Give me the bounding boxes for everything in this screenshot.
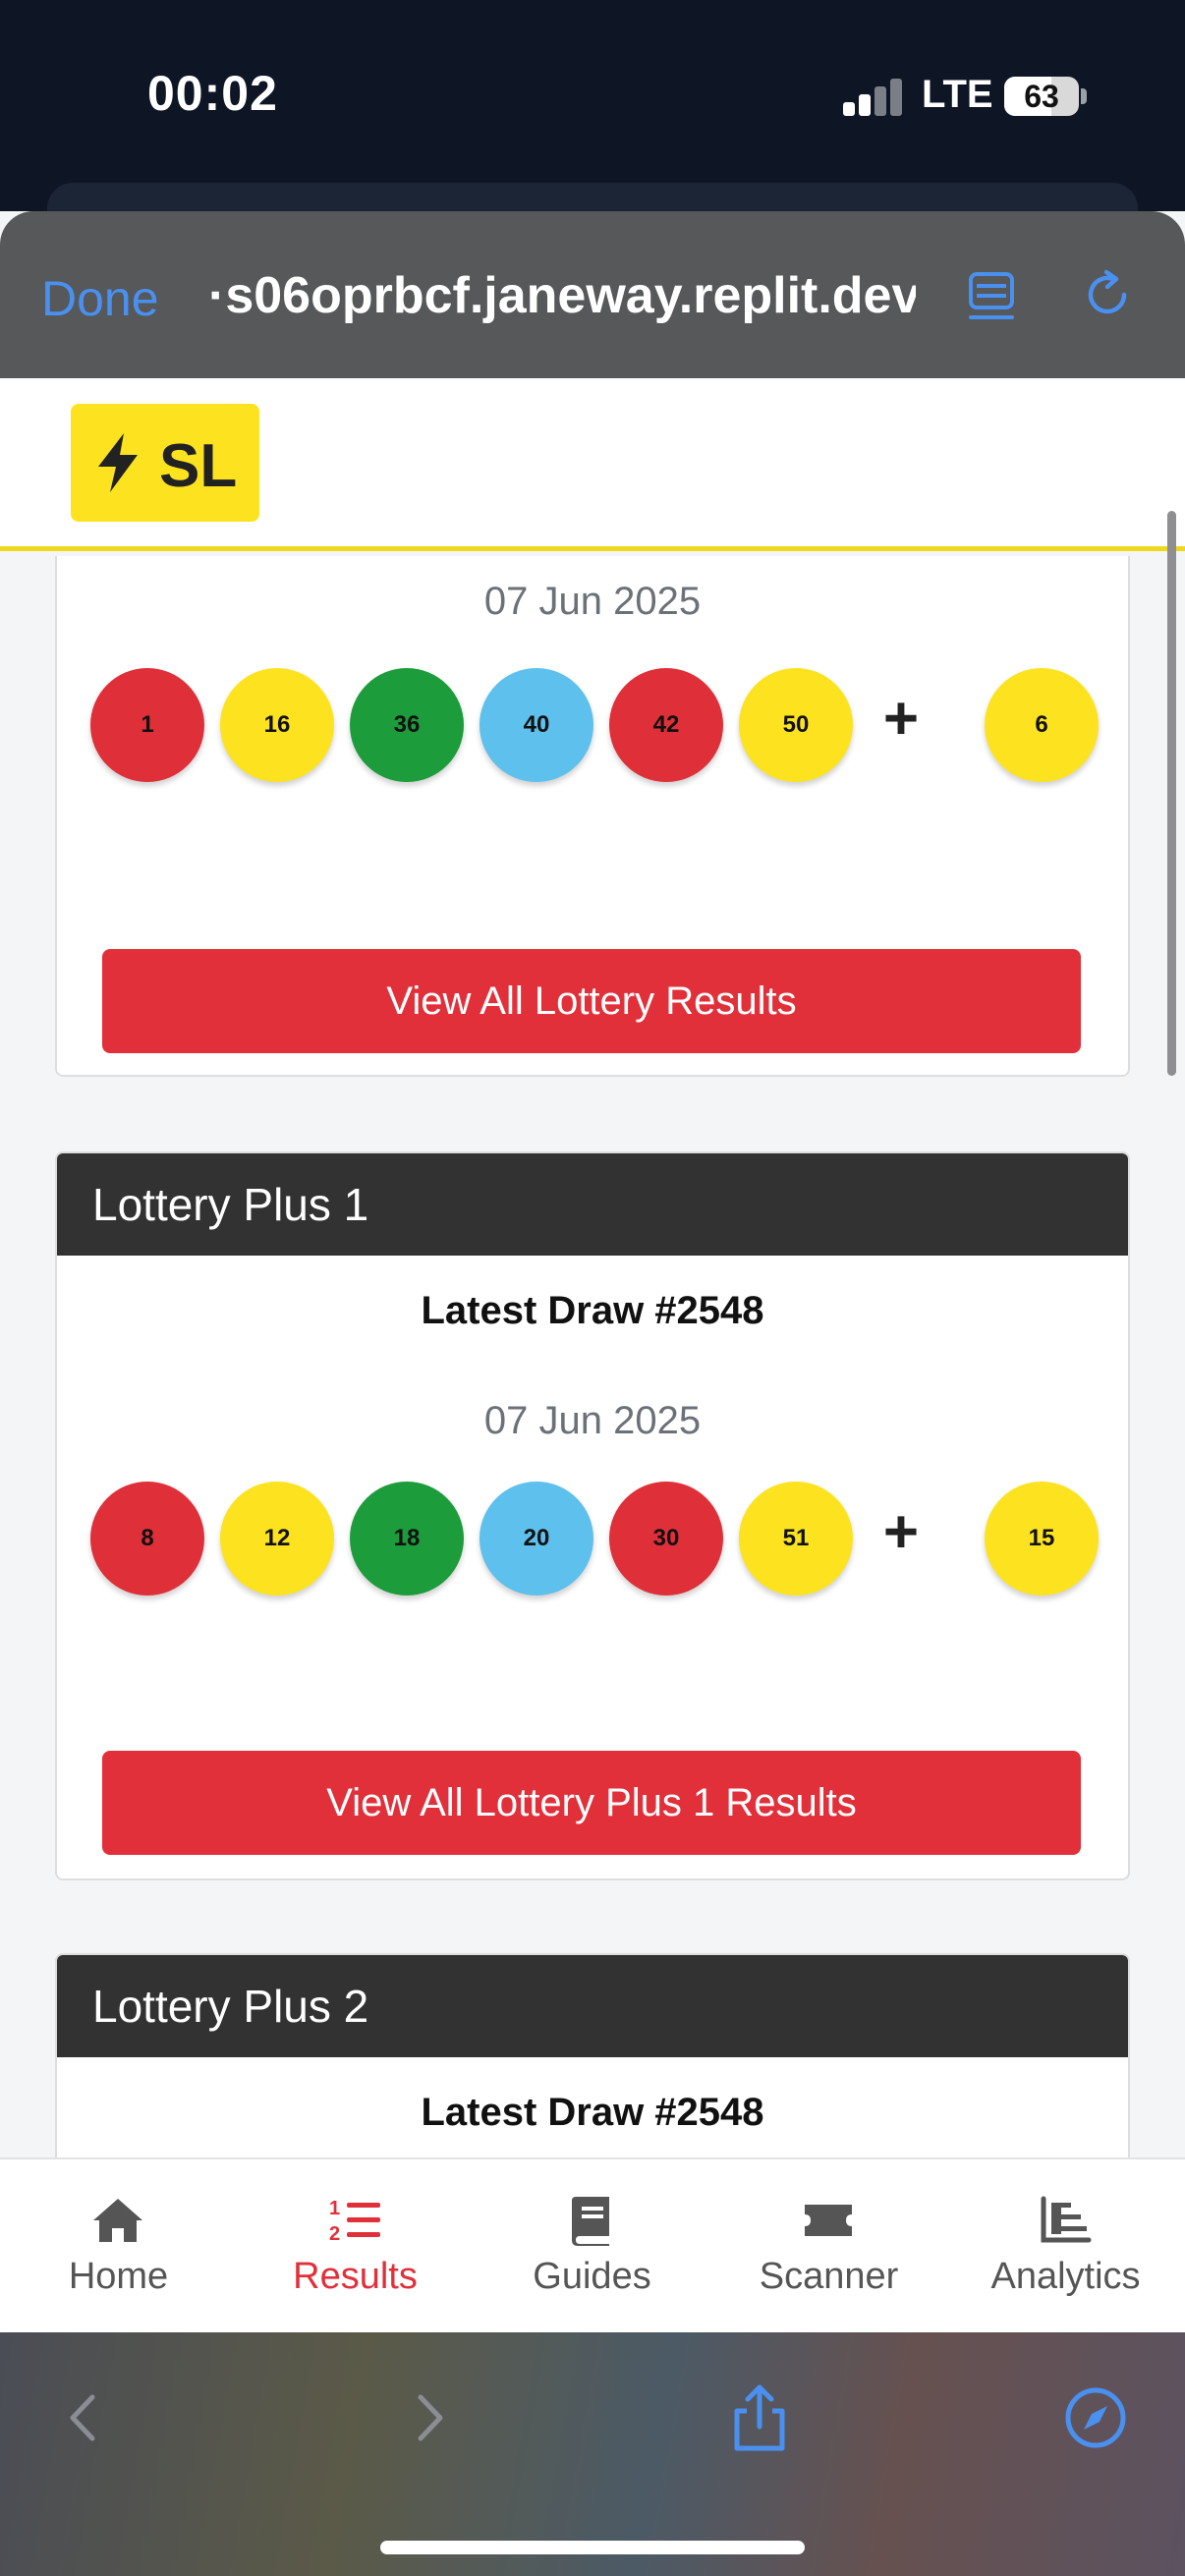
- lottery-plus-1-card: Lottery Plus 1 Latest Draw #2548 07 Jun …: [55, 1151, 1130, 1880]
- plus-sign: +: [882, 1498, 920, 1566]
- battery-cap: [1081, 88, 1087, 104]
- winning-numbers: 1 16 36 40 42 50 + 6: [57, 668, 1128, 786]
- number-ball: 18: [350, 1482, 464, 1596]
- app-header: SL: [0, 378, 1185, 551]
- app-logo[interactable]: SL: [71, 404, 259, 522]
- svg-text:1: 1: [329, 2198, 340, 2219]
- share-icon[interactable]: [727, 2383, 792, 2452]
- number-ball: 16: [220, 668, 334, 782]
- logo-text: SL: [159, 432, 238, 500]
- lottery-plus-2-card: Lottery Plus 2 Latest Draw #2548: [55, 1953, 1130, 2157]
- nav-label: Home: [68, 2256, 169, 2297]
- network-type: LTE: [922, 73, 993, 116]
- svg-text:2: 2: [329, 2223, 340, 2245]
- number-ball: 36: [350, 668, 464, 782]
- compass-icon[interactable]: [1063, 2383, 1128, 2452]
- card-title: Lottery Plus 1: [57, 1153, 1128, 1256]
- number-ball: 40: [480, 668, 593, 782]
- nav-label: Guides: [533, 2256, 651, 2297]
- status-bar: 00:02 LTE 63: [0, 0, 1185, 242]
- chart-icon: [1041, 2196, 1092, 2243]
- reload-icon[interactable]: [1079, 266, 1136, 323]
- home-icon: [93, 2199, 142, 2242]
- bonus-ball: 6: [985, 668, 1099, 782]
- status-time: 00:02: [147, 66, 278, 121]
- draw-date: 07 Jun 2025: [483, 1399, 702, 1442]
- bottom-navigation: Home 1 2 Results Guides Scanner Analytic…: [0, 2157, 1185, 2332]
- browser-bottom-toolbar: [0, 2332, 1185, 2576]
- number-ball: 1: [90, 668, 204, 782]
- nav-label: Results: [293, 2256, 418, 2297]
- draw-date: 07 Jun 2025: [483, 580, 702, 623]
- nav-results[interactable]: 1 2 Results: [237, 2159, 474, 2334]
- signal-strength-icon: [843, 79, 902, 116]
- view-all-lottery-plus-1-results-button[interactable]: View All Lottery Plus 1 Results: [102, 1751, 1081, 1855]
- home-indicator[interactable]: [380, 2541, 805, 2554]
- draw-number: Latest Draw #2548: [421, 2091, 764, 2134]
- number-ball: 30: [609, 1482, 723, 1596]
- battery-icon: 63: [1004, 77, 1079, 116]
- winning-numbers: 8 12 18 20 30 51 + 15: [57, 1482, 1128, 1599]
- nav-scanner[interactable]: Scanner: [710, 2159, 947, 2334]
- card-title: Lottery Plus 2: [57, 1955, 1128, 2057]
- list-ordered-icon: 1 2: [329, 2198, 380, 2245]
- number-ball: 12: [220, 1482, 334, 1596]
- url-field[interactable]: ·s06oprbcf.janeway.replit.dev: [208, 266, 916, 325]
- book-icon: [572, 2197, 609, 2246]
- nav-label: Scanner: [759, 2256, 899, 2297]
- number-ball: 50: [739, 668, 853, 782]
- nav-home[interactable]: Home: [0, 2159, 237, 2334]
- plus-sign: +: [882, 685, 920, 753]
- number-ball: 42: [609, 668, 723, 782]
- reader-mode-icon[interactable]: [967, 270, 1016, 323]
- lottery-card: 07 Jun 2025 1 16 36 40 42 50 + 6 View Al…: [55, 556, 1130, 1077]
- number-ball: 20: [480, 1482, 593, 1596]
- back-arrow-icon[interactable]: [53, 2383, 118, 2452]
- number-ball: 8: [90, 1482, 204, 1596]
- bonus-ball: 15: [985, 1482, 1099, 1596]
- ticket-icon: [805, 2205, 852, 2236]
- results-scroll-area[interactable]: 07 Jun 2025 1 16 36 40 42 50 + 6 View Al…: [0, 556, 1185, 2157]
- view-all-lottery-results-button[interactable]: View All Lottery Results: [102, 949, 1081, 1053]
- battery-level: 63: [1024, 79, 1059, 114]
- nav-guides[interactable]: Guides: [474, 2159, 710, 2334]
- number-ball: 51: [739, 1482, 853, 1596]
- nav-label: Analytics: [990, 2256, 1141, 2297]
- forward-arrow-icon[interactable]: [395, 2383, 460, 2452]
- scrollbar[interactable]: [1167, 511, 1176, 1076]
- browser-top-bar: Done ·s06oprbcf.janeway.replit.dev: [0, 211, 1185, 378]
- draw-number: Latest Draw #2548: [421, 1289, 764, 1332]
- done-button[interactable]: Done: [41, 270, 159, 327]
- lightning-bolt-icon: [98, 433, 138, 492]
- nav-analytics[interactable]: Analytics: [947, 2159, 1184, 2334]
